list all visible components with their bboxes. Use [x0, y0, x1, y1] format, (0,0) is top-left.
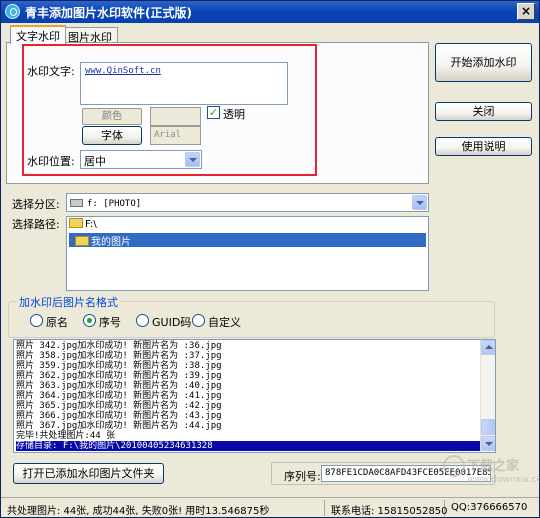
path-label: 选择路径: — [12, 218, 60, 231]
radio-guid[interactable] — [136, 314, 149, 327]
main-window: 青丰添加图片水印软件(正式版) × 文字水印 图片水印 水印文字: www.Qi… — [0, 0, 540, 518]
drive-value: f: [PHOTO] — [87, 199, 142, 209]
chevron-down-icon[interactable] — [412, 195, 427, 210]
app-icon — [5, 4, 20, 19]
log-list[interactable]: 照片 342.jpg加水印成功! 新图片名为 :36.jpg 照片 358.jp… — [13, 339, 496, 453]
drive-select[interactable]: f: [PHOTO] — [66, 193, 429, 212]
status-bar: 共处理图片: 44张, 成功44张, 失败0张! 用时13.546875秒 联系… — [1, 497, 539, 517]
serial-label: 序列号: — [284, 470, 321, 483]
drive-icon — [70, 199, 83, 207]
radio-custom-label: 自定义 — [208, 316, 241, 329]
log-line: 照片 365.jpg加水印成功! 新图片名为 :42.jpg — [16, 401, 222, 411]
help-button[interactable]: 使用说明 — [435, 137, 532, 156]
log-line: 照片 367.jpg加水印成功! 新图片名为 :44.jpg — [16, 421, 222, 431]
scroll-up-icon[interactable] — [481, 340, 495, 355]
status-qq: QQ:376666570 — [451, 502, 528, 513]
log-line: 照片 364.jpg加水印成功! 新图片名为 :41.jpg — [16, 391, 222, 401]
folder-open-icon — [69, 218, 83, 228]
scroll-thumb[interactable] — [481, 419, 495, 435]
scroll-down-icon[interactable] — [481, 436, 495, 451]
log-line-selected: 存储目录: F:\我的图片\20100405234631328 — [16, 441, 481, 451]
site-watermark-logo: 下载之家 www.downxia.com — [443, 453, 540, 497]
directory-item-selected[interactable]: 我的图片 — [69, 233, 426, 248]
tab-text-watermark[interactable]: 文字水印 — [10, 25, 66, 44]
log-scrollbar[interactable] — [480, 340, 495, 452]
window-title: 青丰添加图片水印软件(正式版) — [25, 6, 192, 20]
log-line: 完毕!共处理图片:44 张 — [16, 431, 116, 441]
radio-sequence-label: 序号 — [99, 316, 121, 329]
log-line: 照片 363.jpg加水印成功! 新图片名为 :40.jpg — [16, 381, 222, 391]
log-line: 照片 342.jpg加水印成功! 新图片名为 :36.jpg — [16, 341, 222, 351]
radio-sequence[interactable] — [83, 314, 96, 327]
log-line: 照片 366.jpg加水印成功! 新图片名为 :43.jpg — [16, 411, 222, 421]
status-summary: 共处理图片: 44张, 成功44张, 失败0张! 用时13.546875秒 — [3, 500, 325, 517]
open-output-folder-button[interactable]: 打开已添加水印图片文件夹 — [13, 463, 164, 484]
log-line: 照片 359.jpg加水印成功! 新图片名为 :38.jpg — [16, 361, 222, 371]
drive-label: 选择分区: — [12, 198, 60, 211]
directory-list[interactable]: F:\ 我的图片 — [66, 216, 429, 291]
directory-item[interactable]: F:\ — [69, 218, 97, 233]
close-window-button[interactable]: × — [517, 3, 535, 20]
title-bar[interactable]: 青丰添加图片水印软件(正式版) × — [1, 1, 539, 23]
highlight-box — [22, 44, 317, 176]
radio-custom[interactable] — [192, 314, 205, 327]
name-format-title: 加水印后图片名格式 — [17, 294, 120, 310]
log-line: 照片 362.jpg加水印成功! 新图片名为 :39.jpg — [16, 371, 222, 381]
status-phone: 联系电话: 15815052850 — [327, 500, 448, 517]
start-watermark-button[interactable]: 开始添加水印 — [435, 43, 532, 82]
radio-guid-label: GUID码 — [152, 316, 192, 329]
log-line: 照片 358.jpg加水印成功! 新图片名为 :37.jpg — [16, 351, 222, 361]
radio-original-name-label: 原名 — [46, 316, 68, 329]
close-button[interactable]: 关闭 — [435, 102, 532, 121]
folder-open-icon — [75, 236, 89, 246]
download-site-logo-icon — [443, 455, 465, 477]
radio-original-name[interactable] — [30, 314, 43, 327]
